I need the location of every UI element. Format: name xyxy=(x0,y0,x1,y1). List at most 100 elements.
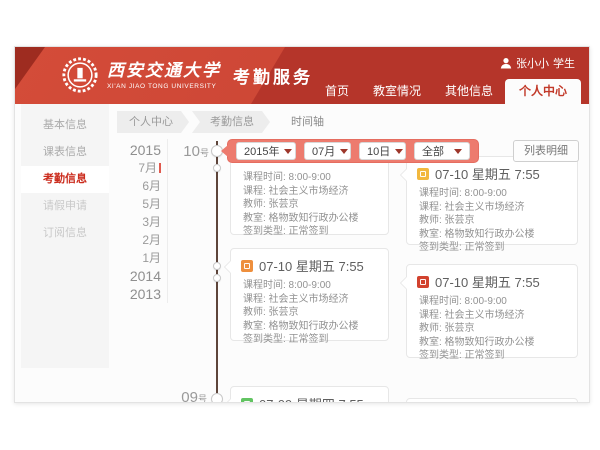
timeline-nav-6月[interactable]: 6月 xyxy=(117,177,161,195)
breadcrumb-时间轴[interactable]: 时间轴 xyxy=(273,111,340,133)
attendance-card-r1[interactable]: 07-10 星期五 7:55 课程时间: 8:00-9:00课程: 社会主义市场经… xyxy=(406,156,578,245)
card-fields: 课程时间: 8:00-9:00课程: 社会主义市场经济教师: 张芸京教室: 格物… xyxy=(417,187,567,255)
sidebar-item-课表信息[interactable]: 课表信息 xyxy=(21,139,109,166)
month-select-value: 07月 xyxy=(312,143,335,159)
day-marker-10: 10号 xyxy=(171,143,209,161)
card-field-教室: 教室: 格物致知行政办公楼 xyxy=(419,336,567,350)
timeline-node xyxy=(213,274,221,282)
nav-item-教室情况[interactable]: 教室情况 xyxy=(361,78,433,104)
card-arrow xyxy=(401,277,407,289)
timeline-nav-5月[interactable]: 5月 xyxy=(117,195,161,213)
university-name-zh: 西安交通大学 xyxy=(107,61,221,81)
year-select[interactable]: 2015年 xyxy=(236,142,296,160)
card-arrow xyxy=(225,399,231,403)
timeline-nav-divider xyxy=(167,139,168,303)
attendance-card-r2[interactable]: 07-10 星期五 7:55 课程时间: 8:00-9:00课程: 社会主义市场经… xyxy=(406,264,578,358)
sidebar: 基本信息课表信息考勤信息请假申请订阅信息 xyxy=(21,104,109,368)
attendance-card-l2[interactable]: 07-10 星期五 7:55 课程时间: 8:00-9:00课程: 社会主义市场经… xyxy=(230,248,389,341)
card-field-课程时间: 课程时间: 8:00-9:00 xyxy=(243,171,378,185)
status-icon xyxy=(241,260,253,272)
app-header: 西安交通大学 XI'AN JIAO TONG UNIVERSITY 考勤服务 张… xyxy=(15,47,589,104)
chevron-down-icon xyxy=(395,149,403,154)
sidebar-item-基本信息[interactable]: 基本信息 xyxy=(21,112,109,139)
chevron-down-icon xyxy=(454,149,462,154)
day-marker-09: 09号 xyxy=(169,389,207,403)
year-select-value: 2015年 xyxy=(244,143,279,159)
card-fields: 课程时间: 8:00-9:00课程: 社会主义市场经济教师: 张芸京教室: 格物… xyxy=(241,279,378,347)
nav-item-其他信息[interactable]: 其他信息 xyxy=(433,78,505,104)
university-name-en: XI'AN JIAO TONG UNIVERSITY xyxy=(107,83,221,90)
user-info[interactable]: 张小小 学生 xyxy=(500,55,575,71)
status-icon xyxy=(417,168,429,180)
card-title-text: 07-10 星期五 7:55 xyxy=(259,256,364,275)
university-logo-block: 西安交通大学 XI'AN JIAO TONG UNIVERSITY 考勤服务 xyxy=(61,56,313,94)
day-select[interactable]: 10日 xyxy=(359,142,406,160)
card-field-教师: 教师: 张芸京 xyxy=(419,322,567,336)
timeline-nav-7月[interactable]: 7月 xyxy=(117,159,161,177)
timeline-nav-2月[interactable]: 2月 xyxy=(117,231,161,249)
card-field-教室: 教室: 格物致知行政办公楼 xyxy=(243,320,378,334)
card-field-课程: 课程: 社会主义市场经济 xyxy=(243,185,378,199)
card-field-课程时间: 课程时间: 8:00-9:00 xyxy=(419,187,567,201)
timeline-nav-2014[interactable]: 2014 xyxy=(117,267,161,285)
timeline-node xyxy=(213,262,221,270)
card-field-课程时间: 课程时间: 8:00-9:00 xyxy=(419,295,567,309)
card-arrow xyxy=(225,261,231,273)
card-field-课程时间: 课程时间: 8:00-9:00 xyxy=(243,279,378,293)
timeline-nav-2013[interactable]: 2013 xyxy=(117,285,161,303)
card-field-课程: 课程: 社会主义市场经济 xyxy=(243,293,378,307)
card-title: 07-10 星期五 7:55 xyxy=(241,256,378,275)
card-fields: 课程时间: 8:00-9:00课程: 社会主义市场经济教师: 张芸京教室: 格物… xyxy=(417,295,567,363)
day-marker-number: 10 xyxy=(183,143,200,160)
card-field-教室: 教室: 格物致知行政办公楼 xyxy=(243,212,378,226)
card-field-教师: 教师: 张芸京 xyxy=(243,198,378,212)
service-title: 考勤服务 xyxy=(233,63,313,88)
breadcrumb-考勤信息[interactable]: 考勤信息 xyxy=(192,111,270,133)
timeline-nav-1月[interactable]: 1月 xyxy=(117,249,161,267)
timeline-node-day09 xyxy=(211,393,223,403)
list-detail-button[interactable]: 列表明细 xyxy=(513,140,579,162)
day-marker-suffix: 号 xyxy=(198,394,207,403)
filter-bar: 2015年 07月 10日 全部 xyxy=(227,139,479,163)
card-field-签到类型: 签到类型: 正常签到 xyxy=(419,349,567,363)
timeline-nav-2015[interactable]: 2015 xyxy=(117,141,161,159)
card-title: 07-09 星期四 7:55 xyxy=(241,394,378,403)
card-field-课程: 课程: 社会主义市场经济 xyxy=(419,201,567,215)
card-arrow xyxy=(401,169,407,181)
sidebar-item-请假申请[interactable]: 请假申请 xyxy=(21,193,109,220)
nav-item-首页[interactable]: 首页 xyxy=(313,78,361,104)
month-select[interactable]: 07月 xyxy=(304,142,351,160)
card-field-签到类型: 签到类型: 正常签到 xyxy=(243,333,378,347)
attendance-app-window: 西安交通大学 XI'AN JIAO TONG UNIVERSITY 考勤服务 张… xyxy=(14,46,590,403)
timeline-nav-3月[interactable]: 3月 xyxy=(117,213,161,231)
card-field-签到类型: 签到类型: 正常签到 xyxy=(419,241,567,255)
card-title: 07-10 星期五 7:55 xyxy=(417,164,567,183)
type-select-value: 全部 xyxy=(422,143,444,159)
breadcrumb-个人中心[interactable]: 个人中心 xyxy=(117,111,189,133)
card-title-text: 07-10 星期五 7:55 xyxy=(435,272,540,291)
attendance-card-l3[interactable]: 07-09 星期四 7:55 xyxy=(230,386,389,403)
chevron-down-icon xyxy=(284,149,292,154)
day-marker-number: 09 xyxy=(181,389,198,403)
type-select[interactable]: 全部 xyxy=(414,142,470,160)
card-title: 07-10 星期五 7:55 xyxy=(417,272,567,291)
card-title-text: 07-10 星期五 7:55 xyxy=(435,164,540,183)
card-field-课程: 课程: 社会主义市场经济 xyxy=(419,309,567,323)
timeline-year-month-nav: 20157月6月5月3月2月1月20142013 xyxy=(117,141,161,303)
page: 西安交通大学 XI'AN JIAO TONG UNIVERSITY 考勤服务 张… xyxy=(0,0,600,450)
breadcrumb: 个人中心考勤信息时间轴 xyxy=(117,111,343,133)
nav-item-个人中心[interactable]: 个人中心 xyxy=(505,79,581,104)
card-field-教师: 教师: 张芸京 xyxy=(243,306,378,320)
sidebar-item-订阅信息[interactable]: 订阅信息 xyxy=(21,220,109,247)
status-icon xyxy=(417,276,429,288)
status-icon xyxy=(241,398,253,404)
university-seal-icon xyxy=(61,56,99,94)
attendance-card-r3[interactable] xyxy=(406,398,578,403)
sidebar-item-考勤信息[interactable]: 考勤信息 xyxy=(21,166,109,193)
day-select-value: 10日 xyxy=(367,143,390,159)
card-field-签到类型: 签到类型: 正常签到 xyxy=(243,225,378,239)
card-field-教室: 教室: 格物致知行政办公楼 xyxy=(419,228,567,242)
timeline-spine xyxy=(216,141,218,402)
user-role: 学生 xyxy=(553,55,575,71)
person-icon xyxy=(500,57,512,69)
